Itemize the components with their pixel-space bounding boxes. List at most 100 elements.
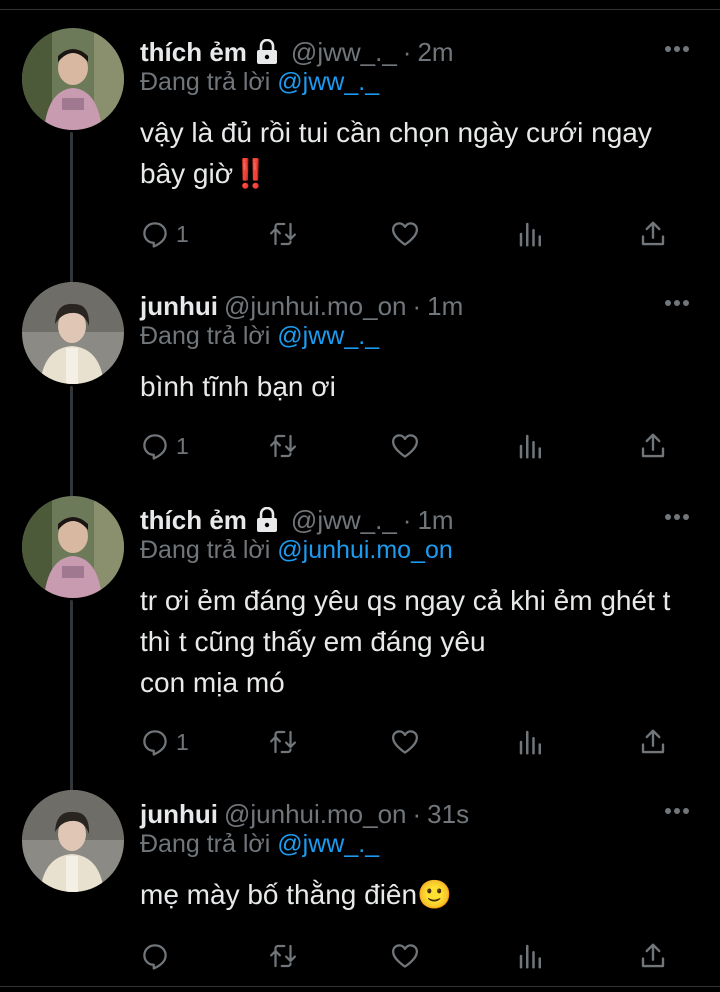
share-button[interactable]: [638, 936, 668, 976]
like-icon: [392, 222, 418, 246]
tweet-text: tr ơi ẻm đáng yêu qs ngay cả khi ẻm ghét…: [140, 580, 690, 703]
retweet-button[interactable]: [268, 722, 298, 762]
tweet-header: thích ẻm @jww_._ · 1m: [140, 500, 650, 540]
views-icon: [519, 434, 541, 459]
reply-button[interactable]: 1: [140, 426, 189, 466]
share-icon: [641, 729, 665, 754]
reply-button[interactable]: 1: [140, 214, 189, 254]
replying-to-label: Đang trả lời: [140, 830, 271, 858]
display-name[interactable]: junhui: [140, 799, 218, 830]
more-icon[interactable]: [664, 510, 690, 522]
views-button[interactable]: [516, 722, 546, 762]
like-button[interactable]: [390, 426, 420, 466]
tweet-text-line: bình tĩnh bạn ơi: [140, 371, 336, 402]
timestamp[interactable]: 1m: [427, 291, 463, 322]
share-button[interactable]: [638, 722, 668, 762]
tweet-text-line: vậy là đủ rồi tui cần chọn ngày cưới nga…: [140, 117, 652, 148]
like-icon: [392, 434, 418, 458]
tweet[interactable]: thích ẻm @jww_._ · 1m Đang trả lời @junh…: [0, 496, 720, 786]
share-icon: [641, 943, 665, 968]
retweet-button[interactable]: [268, 426, 298, 466]
bottom-divider: [0, 986, 720, 987]
timestamp[interactable]: 31s: [427, 799, 469, 830]
tweet-actions: [140, 936, 680, 976]
separator-dot: ·: [402, 36, 412, 67]
handle[interactable]: @junhui.mo_on: [224, 799, 407, 830]
views-icon: [519, 944, 541, 969]
display-name[interactable]: junhui: [140, 291, 218, 322]
tweet-text-line: bây giờ‼️: [140, 158, 268, 189]
more-icon[interactable]: [664, 804, 690, 816]
junhui-avatar-image: [22, 790, 124, 892]
display-name[interactable]: thích ẻm: [140, 37, 247, 68]
replying-to-label: Đang trả lời: [140, 68, 271, 96]
share-button[interactable]: [638, 214, 668, 254]
more-icon[interactable]: [664, 42, 690, 54]
replying-to: Đang trả lời @junhui.mo_on: [140, 536, 453, 565]
retweet-icon: [270, 944, 296, 968]
separator-dot: ·: [412, 798, 422, 829]
reply-icon: [143, 944, 167, 970]
timestamp[interactable]: 2m: [417, 37, 453, 68]
like-icon: [392, 944, 418, 968]
retweet-button[interactable]: [268, 214, 298, 254]
replying-to-handle[interactable]: @junhui.mo_on: [277, 536, 453, 564]
reply-button[interactable]: [140, 936, 170, 976]
top-divider: [0, 9, 720, 10]
views-button[interactable]: [516, 936, 546, 976]
retweet-icon: [270, 730, 296, 754]
tweet-actions: 1: [140, 214, 680, 254]
replying-to-handle[interactable]: @jww_._: [277, 830, 379, 858]
tweet[interactable]: junhui @junhui.mo_on · 1m Đang trả lời @…: [0, 282, 720, 492]
avatar[interactable]: [22, 282, 124, 384]
views-icon: [519, 222, 541, 247]
like-button[interactable]: [390, 936, 420, 976]
handle[interactable]: @junhui.mo_on: [224, 291, 407, 322]
tweet-text: mẹ mày bố thằng điên🙂: [140, 874, 690, 915]
tweet-text-line: mẹ mày bố thằng điên🙂: [140, 879, 452, 910]
reply-count: 1: [176, 432, 189, 459]
handle[interactable]: @jww_._: [291, 505, 397, 536]
junhui-avatar-image: [22, 282, 124, 384]
replying-to-label: Đang trả lời: [140, 536, 271, 564]
reply-button[interactable]: 1: [140, 722, 189, 762]
tweet[interactable]: junhui @junhui.mo_on · 31s Đang trả lời …: [0, 790, 720, 986]
tweet-header: junhui @junhui.mo_on · 1m: [140, 286, 650, 326]
like-button[interactable]: [390, 722, 420, 762]
avatar[interactable]: [22, 28, 124, 130]
tweet-text-line: con mịa mó: [140, 667, 285, 698]
retweet-icon: [270, 222, 296, 246]
more-icon[interactable]: [664, 296, 690, 308]
views-icon: [519, 730, 541, 755]
avatar[interactable]: [22, 496, 124, 598]
tweet-actions: 1: [140, 722, 680, 762]
share-button[interactable]: [638, 426, 668, 466]
tweet[interactable]: thích ẻm @jww_._ · 2m Đang trả lời @jww_…: [0, 28, 720, 278]
replying-to-label: Đang trả lời: [140, 322, 271, 350]
like-button[interactable]: [390, 214, 420, 254]
tweet-actions: 1: [140, 426, 680, 466]
tweet-header: junhui @junhui.mo_on · 31s: [140, 794, 650, 834]
lock-icon: [255, 38, 279, 65]
replying-to: Đang trả lời @jww_._: [140, 322, 379, 351]
tweet-header: thích ẻm @jww_._ · 2m: [140, 32, 650, 72]
replying-to-handle[interactable]: @jww_._: [277, 68, 379, 96]
share-icon: [641, 221, 665, 246]
avatar[interactable]: [22, 790, 124, 892]
display-name[interactable]: thích ẻm: [140, 505, 247, 536]
tweet-text: bình tĩnh bạn ơi: [140, 366, 690, 407]
separator-dot: ·: [412, 290, 422, 321]
retweet-button[interactable]: [268, 936, 298, 976]
tweet-text-line: thì t cũng thấy em đáng yêu: [140, 626, 486, 657]
reply-count: 1: [176, 728, 189, 755]
tweet-text-line: tr ơi ẻm đáng yêu qs ngay cả khi ẻm ghét…: [140, 585, 671, 616]
like-icon: [392, 730, 418, 754]
views-button[interactable]: [516, 426, 546, 466]
timestamp[interactable]: 1m: [417, 505, 453, 536]
replying-to-handle[interactable]: @jww_._: [277, 322, 379, 350]
boy-avatar-image: [22, 496, 124, 598]
views-button[interactable]: [516, 214, 546, 254]
replying-to: Đang trả lời @jww_._: [140, 68, 379, 97]
handle[interactable]: @jww_._: [291, 37, 397, 68]
reply-count: 1: [176, 220, 189, 247]
